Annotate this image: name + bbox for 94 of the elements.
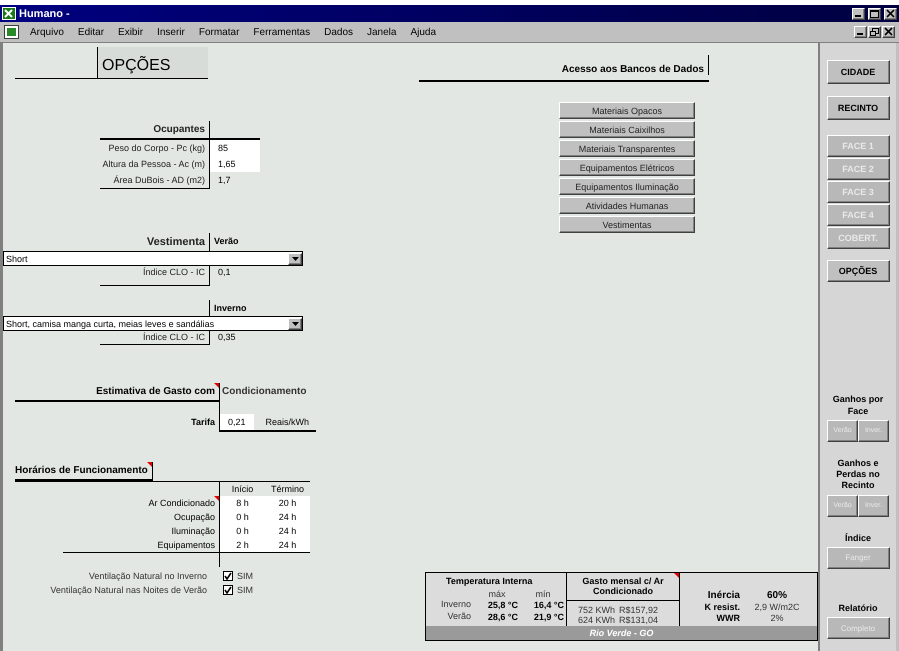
section-title: Condicionamento	[221, 385, 308, 399]
database-button[interactable]: Atividades Humanas	[559, 197, 695, 214]
minimize-icon	[855, 14, 861, 16]
database-button[interactable]: Equipamentos Elétricos	[559, 159, 695, 176]
database-button[interactable]: Materiais Caixilhos	[559, 121, 695, 138]
value-text: 2,9 W/m2C	[753, 602, 800, 612]
row-label: Inverno	[440, 599, 472, 611]
checkbox-label: SIM	[237, 585, 254, 595]
value-text: 752 KWh	[576, 604, 616, 615]
menu-item[interactable]: Dados	[317, 26, 360, 38]
checkbox[interactable]	[223, 571, 233, 581]
input-field[interactable]: 0,21	[220, 414, 254, 430]
value-text: 21,9 °C	[532, 611, 565, 623]
value-text: 28,6 °C	[486, 611, 519, 623]
input-field[interactable]: 85	[210, 140, 260, 156]
minimize-icon	[857, 33, 863, 35]
sidebar-button[interactable]: OPÇÕES	[826, 260, 890, 282]
sheet-title: OPÇÕES	[98, 47, 208, 79]
sidebar-button[interactable]: RECINTO	[826, 96, 890, 120]
input-field[interactable]: 20 h	[265, 496, 310, 510]
field-label: Ventilação Natural no Inverno	[88, 571, 208, 581]
menu-item[interactable]: Ajuda	[403, 26, 444, 38]
checkbox[interactable]	[223, 585, 233, 595]
database-button[interactable]: Materiais Opacos	[559, 102, 695, 119]
group-label: Índice	[844, 532, 872, 544]
workbook-icon	[4, 25, 19, 39]
group-label: Relatório	[837, 602, 878, 614]
location-label: Rio Verde - GO	[426, 626, 817, 640]
value-text: 1,7	[217, 174, 232, 187]
column-header: Término	[270, 483, 305, 496]
menu-item[interactable]: Exibir	[111, 26, 150, 38]
field-label: Inércia	[706, 590, 741, 601]
menu-item[interactable]: Janela	[360, 26, 404, 38]
unit-label: Reais/kWh	[266, 416, 310, 429]
value-text: R$157,92	[619, 604, 660, 615]
input-field[interactable]: 2 h	[220, 538, 265, 553]
input-field[interactable]: 24 h	[265, 538, 310, 553]
section-title: Acesso aos Bancos de Dados	[562, 54, 709, 74]
section-title: Ocupantes	[100, 121, 210, 140]
group-label: Ganhos por Face	[832, 394, 884, 417]
section-title: Temperatura Interna	[445, 576, 534, 588]
input-field[interactable]: 24 h	[265, 524, 310, 538]
sidebar-button[interactable]: CIDADE	[826, 60, 890, 84]
value-text: 2%	[769, 613, 784, 623]
value-text: 624 KWh	[576, 614, 616, 625]
menu-item[interactable]: Arquivo	[23, 26, 71, 38]
value-text: 0,35	[217, 331, 237, 344]
field-label: K resist.	[703, 602, 741, 612]
column-header: máx	[487, 589, 506, 599]
database-button[interactable]: Materiais Transparentes	[559, 140, 695, 157]
dropdown[interactable]: Short	[3, 251, 303, 266]
value-text: 25,8 °C	[486, 599, 519, 611]
value-text: 16,4 °C	[532, 599, 565, 611]
column-header: Inverno	[213, 302, 248, 315]
field-label: Área DuBois - AD (m2)	[100, 172, 210, 189]
value-text: 0,1	[217, 266, 232, 279]
caret-icon	[292, 256, 298, 260]
dropdown[interactable]: Short, camisa manga curta, meias leves e sandálias	[3, 316, 303, 331]
caret-icon	[292, 322, 298, 326]
column-header: Verão	[213, 235, 240, 248]
maximize-button[interactable]	[868, 8, 881, 20]
checkbox-label: SIM	[237, 571, 254, 581]
close-button[interactable]	[882, 26, 895, 38]
input-field[interactable]: 24 h	[265, 510, 310, 524]
field-label: Índice CLO - IC	[100, 266, 210, 286]
minimize-button[interactable]	[854, 26, 867, 38]
database-button[interactable]: Vestimentas	[559, 216, 695, 233]
section-title: Horários de Funcionamento	[15, 462, 153, 481]
input-field[interactable]: 8 h	[220, 496, 265, 510]
value-text: R$131,04	[619, 614, 660, 625]
row-label: Equipamentos	[63, 538, 220, 553]
menu-item[interactable]: Editar	[70, 26, 112, 38]
section-title: Gasto mensal c/ Ar Condicionado	[567, 573, 679, 601]
field-label: Ventilação Natural nas Noites de Verão	[49, 585, 208, 595]
row-label: Verão	[446, 611, 472, 623]
restore-button[interactable]	[868, 26, 881, 38]
input-field[interactable]: 0 h	[220, 510, 265, 524]
database-button[interactable]: Equipamentos Iluminação	[559, 178, 695, 195]
input-field[interactable]: 0 h	[220, 524, 265, 538]
menu-item[interactable]: Ferramentas	[246, 26, 318, 38]
group-label: Ganhos e Perdas no Recinto	[835, 458, 881, 492]
field-label: WWR	[716, 613, 741, 623]
column-header: mín	[534, 589, 552, 599]
menu-item[interactable]: Formatar	[192, 26, 246, 38]
section-title: Estimativa de Gasto com	[15, 383, 220, 402]
input-field[interactable]: 1,65	[210, 156, 260, 172]
close-button[interactable]	[884, 8, 897, 20]
spreadsheet-app-icon	[2, 7, 16, 20]
value-text: 60%	[766, 590, 788, 601]
minimize-button[interactable]	[852, 8, 865, 20]
menu-item[interactable]: Inserir	[150, 26, 192, 38]
column-header: Início	[230, 483, 254, 496]
field-label: Índice CLO - IC	[100, 331, 210, 345]
window-title: Humano -	[19, 8, 71, 20]
